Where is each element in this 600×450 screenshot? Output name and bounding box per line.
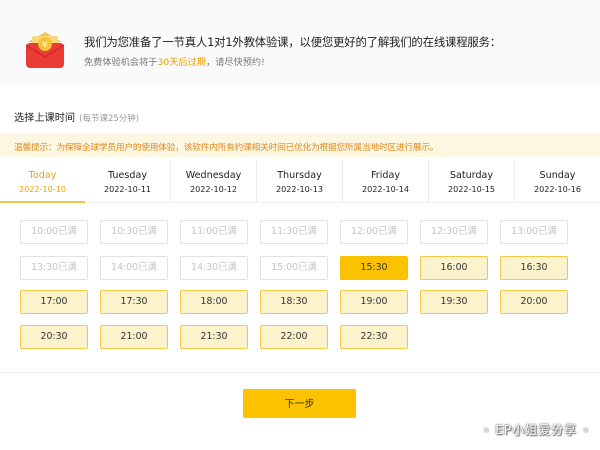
time-slot: 12:30已满 <box>420 220 488 244</box>
time-slot-grid: 10:00已满 10:30已满 11:00已满 11:30已满 12:00已满 … <box>0 0 600 380</box>
time-slot[interactable]: 19:30 <box>420 290 488 314</box>
time-slot[interactable]: 17:30 <box>100 290 168 314</box>
time-slot: 14:00已满 <box>100 256 168 280</box>
time-slot[interactable]: 20:00 <box>500 290 568 314</box>
time-slot[interactable]: 19:00 <box>340 290 408 314</box>
time-slot[interactable]: 20:30 <box>20 325 88 349</box>
time-slot: 11:30已满 <box>260 220 328 244</box>
time-slot[interactable]: 18:30 <box>260 290 328 314</box>
time-slot: 10:00已满 <box>20 220 88 244</box>
time-slot: 14:30已满 <box>180 256 248 280</box>
time-slot-selected[interactable]: 15:30 <box>340 256 408 280</box>
time-slot[interactable]: 18:00 <box>180 290 248 314</box>
time-slot: 12:00已满 <box>340 220 408 244</box>
time-slot: 11:00已满 <box>180 220 248 244</box>
time-slot[interactable]: 17:00 <box>20 290 88 314</box>
time-slot[interactable]: 21:30 <box>180 325 248 349</box>
time-slot[interactable]: 16:00 <box>420 256 488 280</box>
time-slot: 15:00已满 <box>260 256 328 280</box>
time-slot: 13:30已满 <box>20 256 88 280</box>
divider <box>0 372 600 373</box>
time-slot[interactable]: 22:00 <box>260 325 328 349</box>
time-slot[interactable]: 21:00 <box>100 325 168 349</box>
time-slot[interactable]: 16:30 <box>500 256 568 280</box>
next-step-button[interactable]: 下一步 <box>243 389 356 418</box>
watermark: ◦ EP小姐爱分享 ◦ <box>482 423 590 437</box>
time-slot: 10:30已满 <box>100 220 168 244</box>
time-slot: 13:00已满 <box>500 220 568 244</box>
time-slot[interactable]: 22:30 <box>340 325 408 349</box>
